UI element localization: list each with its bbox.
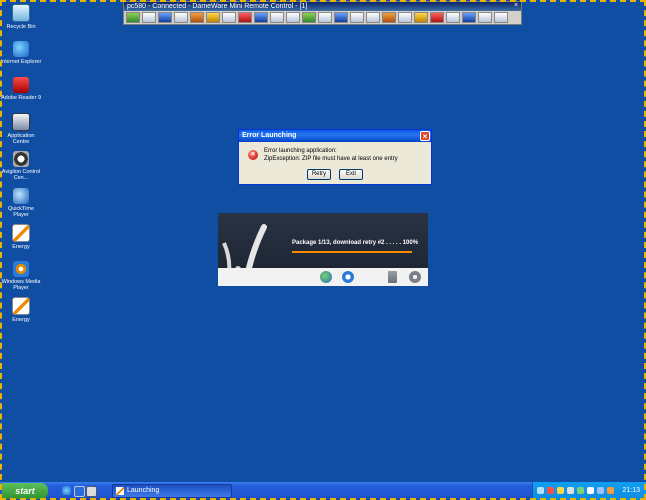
energy-icon: [12, 297, 30, 315]
exit-icon[interactable]: [126, 12, 140, 23]
file-transfer-icon[interactable]: [334, 12, 348, 23]
remote-control-tools: [124, 11, 521, 24]
minimize-icon[interactable]: [478, 12, 492, 23]
system-tray: 21:13: [532, 482, 646, 500]
error-message-line2: ZipException: ZIP file must have at leas…: [264, 155, 398, 162]
camera-icon[interactable]: [382, 12, 396, 23]
move-icon[interactable]: [206, 12, 220, 23]
gear-icon: [409, 271, 421, 283]
refresh-icon[interactable]: [142, 12, 156, 23]
mouse-icon[interactable]: [302, 12, 316, 23]
lock-icon[interactable]: [414, 12, 428, 23]
update-icon[interactable]: [577, 487, 584, 494]
desktop-icon-label: Avigilon Control Cen...: [1, 169, 41, 181]
desktop-icon-label: Recycle Bin: [6, 24, 36, 30]
remote-control-title: pc580 - Connected - DameWare Mini Remote…: [127, 3, 308, 10]
view-only-icon[interactable]: [222, 12, 236, 23]
quick-launch-desktop-icon[interactable]: [74, 486, 85, 497]
quick-launch-media-icon[interactable]: [86, 486, 97, 497]
monitor-icon[interactable]: [254, 12, 268, 23]
volume-icon[interactable]: [587, 487, 594, 494]
splash-bottom-bar: [218, 268, 428, 286]
shield-icon[interactable]: [557, 487, 564, 494]
energy-icon: [116, 487, 124, 495]
start-label: start: [15, 486, 35, 496]
help-icon[interactable]: [494, 12, 508, 23]
users-icon[interactable]: [446, 12, 460, 23]
dialog-close-button[interactable]: ×: [420, 131, 430, 141]
desktop-icon-quicktime[interactable]: QuickTime Player: [0, 188, 42, 218]
taskbar-item-label: Launching: [127, 487, 160, 494]
error-message-line1: Error launching application:: [264, 148, 337, 154]
remote-control-title-bar[interactable]: pc580 - Connected - DameWare Mini Remote…: [124, 2, 521, 11]
desktop-icon-energy-2[interactable]: Energy: [0, 297, 42, 323]
chat-icon[interactable]: [318, 12, 332, 23]
remote-control-toolbar-window: pc580 - Connected - DameWare Mini Remote…: [123, 1, 522, 25]
launch-status-text: Package 1/13, download retry #2 . . . . …: [292, 240, 419, 246]
internet-explorer-icon: [13, 41, 29, 57]
desktop-icon-label: Internet Explorer: [0, 59, 42, 65]
printer-icon[interactable]: [567, 487, 574, 494]
full-screen-icon[interactable]: [238, 12, 252, 23]
launcher-splash: Package 1/13, download retry #2 . . . . …: [218, 213, 428, 286]
avigilon-icon: [13, 151, 29, 167]
java-icon: [342, 271, 354, 283]
screenshot-icon[interactable]: [158, 12, 172, 23]
exit-button[interactable]: Exit: [339, 169, 363, 180]
desktop-icon-internet-explorer[interactable]: Internet Explorer: [0, 41, 42, 65]
desktop: pc580 - Connected - DameWare Mini Remote…: [0, 0, 646, 482]
taskbar-item-launching[interactable]: Launching: [112, 484, 232, 498]
clipboard-icon[interactable]: [270, 12, 284, 23]
energy-icon: [12, 224, 30, 242]
desktop-icon-energy[interactable]: Energy: [0, 224, 42, 250]
clock: 21:13: [622, 487, 640, 494]
download-progress-bar: [292, 251, 412, 253]
properties-icon[interactable]: [462, 12, 476, 23]
desktop-icon-label: Application Centre: [7, 133, 35, 145]
taskbar: start Launching 21:13: [0, 482, 646, 500]
dialog-title: Error Launching: [242, 132, 297, 139]
keyboard-icon[interactable]: [286, 12, 300, 23]
zoom-icon[interactable]: [190, 12, 204, 23]
quicktime-icon: [13, 188, 29, 204]
application-centre-icon: [12, 113, 30, 131]
error-icon: ×: [248, 150, 258, 160]
error-dialog: Error Launching × × Error launching appl…: [238, 129, 432, 185]
settings-icon[interactable]: [174, 12, 188, 23]
desktop-icon-application-centre[interactable]: Application Centre: [0, 113, 42, 145]
document-icon: [388, 271, 397, 283]
desktop-icon-label: Energy: [12, 317, 30, 323]
remote-close-button[interactable]: ×: [512, 2, 520, 10]
desktop-icon-label: Adobe Reader 9: [0, 95, 42, 101]
dialog-title-bar[interactable]: Error Launching ×: [239, 130, 431, 142]
windows-media-player-icon: [13, 261, 29, 277]
recycle-bin-icon: [12, 4, 30, 22]
globe-icon: [320, 271, 332, 283]
desktop-icon-windows-media-player[interactable]: Windows Media Player: [0, 261, 42, 291]
adobe-reader-icon: [13, 77, 29, 93]
disconnect-icon[interactable]: [430, 12, 444, 23]
security-icon[interactable]: [547, 487, 554, 494]
download-progress-fill: [292, 251, 412, 253]
desktop-icon-adobe-reader[interactable]: Adobe Reader 9: [0, 77, 42, 101]
start-button[interactable]: start: [2, 483, 48, 499]
quick-launch-ie-icon[interactable]: [62, 486, 71, 495]
desktop-icon-label: Windows Media Player: [1, 279, 41, 291]
computer-icon[interactable]: [350, 12, 364, 23]
desktop-icon-recycle-bin[interactable]: Recycle Bin: [0, 4, 42, 30]
retry-button[interactable]: Retry: [307, 169, 331, 180]
network-icon[interactable]: [537, 487, 544, 494]
print-icon[interactable]: [366, 12, 380, 23]
desktop-icon-avigilon[interactable]: Avigilon Control Cen...: [0, 151, 42, 181]
error-message: Error launching application: ZipExceptio…: [264, 148, 398, 163]
desktop-icon-label: Energy: [12, 244, 30, 250]
remote-icon[interactable]: [607, 487, 614, 494]
send-keys-icon[interactable]: [398, 12, 412, 23]
monitor-icon[interactable]: [597, 487, 604, 494]
desktop-icon-label: QuickTime Player: [7, 206, 35, 218]
